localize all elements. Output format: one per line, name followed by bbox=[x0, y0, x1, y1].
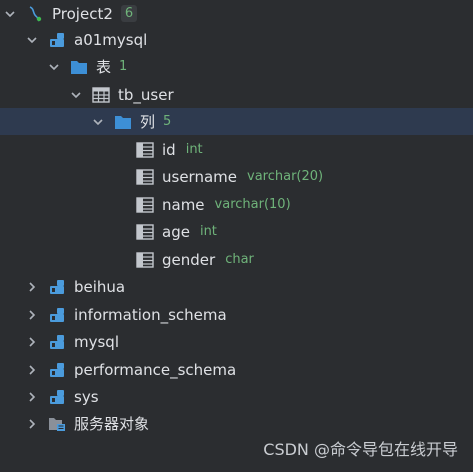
table-icon bbox=[91, 86, 111, 104]
schema-label: information_schema bbox=[74, 305, 227, 324]
tree-node-column[interactable]: name varchar(10) bbox=[0, 191, 473, 218]
project-datasource-icon bbox=[25, 5, 45, 23]
tree-node-schema-beihua[interactable]: beihua bbox=[0, 273, 473, 300]
project-label: Project2 bbox=[52, 4, 113, 23]
folder-icon bbox=[113, 113, 133, 131]
project-count-badge: 6 bbox=[120, 5, 138, 22]
folder-icon bbox=[69, 58, 89, 76]
server-objects-icon bbox=[47, 415, 67, 433]
database-tree: Project2 6 a01mysql 表 1 tb_user 列 5 id i… bbox=[0, 0, 473, 472]
schema-icon bbox=[47, 361, 67, 379]
column-icon bbox=[135, 168, 155, 186]
schema-icon bbox=[47, 31, 67, 49]
tree-node-schema-sys[interactable]: sys bbox=[0, 383, 473, 410]
column-type: varchar(20) bbox=[247, 169, 324, 184]
columns-count: 5 bbox=[163, 114, 172, 129]
tree-node-tables-folder[interactable]: 表 1 bbox=[0, 53, 473, 80]
chevron-down-icon[interactable] bbox=[47, 60, 61, 74]
table-label: tb_user bbox=[118, 85, 174, 104]
column-name: gender bbox=[162, 250, 216, 269]
schema-label: performance_schema bbox=[74, 360, 237, 379]
column-name: name bbox=[162, 195, 205, 214]
column-type: int bbox=[185, 142, 203, 157]
columns-folder-label: 列 bbox=[140, 113, 156, 131]
tree-node-schema-performance-schema[interactable]: performance_schema bbox=[0, 356, 473, 383]
column-icon bbox=[135, 251, 155, 269]
tree-node-table-tb-user[interactable]: tb_user bbox=[0, 81, 473, 108]
chevron-right-icon[interactable] bbox=[25, 280, 39, 294]
schema-label: beihua bbox=[74, 277, 126, 296]
column-type: varchar(10) bbox=[214, 197, 291, 212]
chevron-down-icon[interactable] bbox=[91, 115, 105, 129]
chevron-right-icon[interactable] bbox=[25, 335, 39, 349]
csdn-watermark: CSDN @命令导包在线开导 bbox=[263, 440, 458, 459]
column-name: id bbox=[162, 140, 176, 159]
column-name: username bbox=[162, 167, 237, 186]
column-icon bbox=[135, 141, 155, 159]
tree-node-column[interactable]: username varchar(20) bbox=[0, 163, 473, 190]
chevron-right-icon[interactable] bbox=[25, 363, 39, 377]
column-icon bbox=[135, 196, 155, 214]
tree-node-columns-folder[interactable]: 列 5 bbox=[0, 108, 473, 135]
column-icon bbox=[135, 223, 155, 241]
schema-icon bbox=[47, 306, 67, 324]
chevron-down-icon[interactable] bbox=[3, 7, 17, 21]
schema-label: mysql bbox=[74, 332, 119, 351]
column-type: char bbox=[225, 252, 254, 267]
tree-node-column[interactable]: id int bbox=[0, 136, 473, 163]
column-name: age bbox=[162, 222, 190, 241]
tree-node-schema-information-schema[interactable]: information_schema bbox=[0, 301, 473, 328]
tables-folder-label: 表 bbox=[96, 58, 112, 76]
chevron-down-icon[interactable] bbox=[25, 33, 39, 47]
chevron-down-icon[interactable] bbox=[69, 88, 83, 102]
chevron-right-icon[interactable] bbox=[25, 417, 39, 431]
schema-label: sys bbox=[74, 387, 99, 406]
tree-node-column[interactable]: gender char bbox=[0, 246, 473, 273]
tree-node-project[interactable]: Project2 6 bbox=[0, 0, 473, 27]
column-type: int bbox=[199, 224, 217, 239]
tree-node-server-objects[interactable]: 服务器对象 bbox=[0, 410, 473, 437]
schema-icon bbox=[47, 333, 67, 351]
schema-label: a01mysql bbox=[74, 30, 148, 49]
tree-node-column[interactable]: age int bbox=[0, 218, 473, 245]
tree-node-schema-a01mysql[interactable]: a01mysql bbox=[0, 26, 473, 53]
schema-icon bbox=[47, 278, 67, 296]
server-objects-label: 服务器对象 bbox=[74, 415, 150, 433]
tables-count: 1 bbox=[119, 59, 128, 74]
schema-icon bbox=[47, 388, 67, 406]
tree-node-schema-mysql[interactable]: mysql bbox=[0, 328, 473, 355]
chevron-right-icon[interactable] bbox=[25, 308, 39, 322]
chevron-right-icon[interactable] bbox=[25, 390, 39, 404]
